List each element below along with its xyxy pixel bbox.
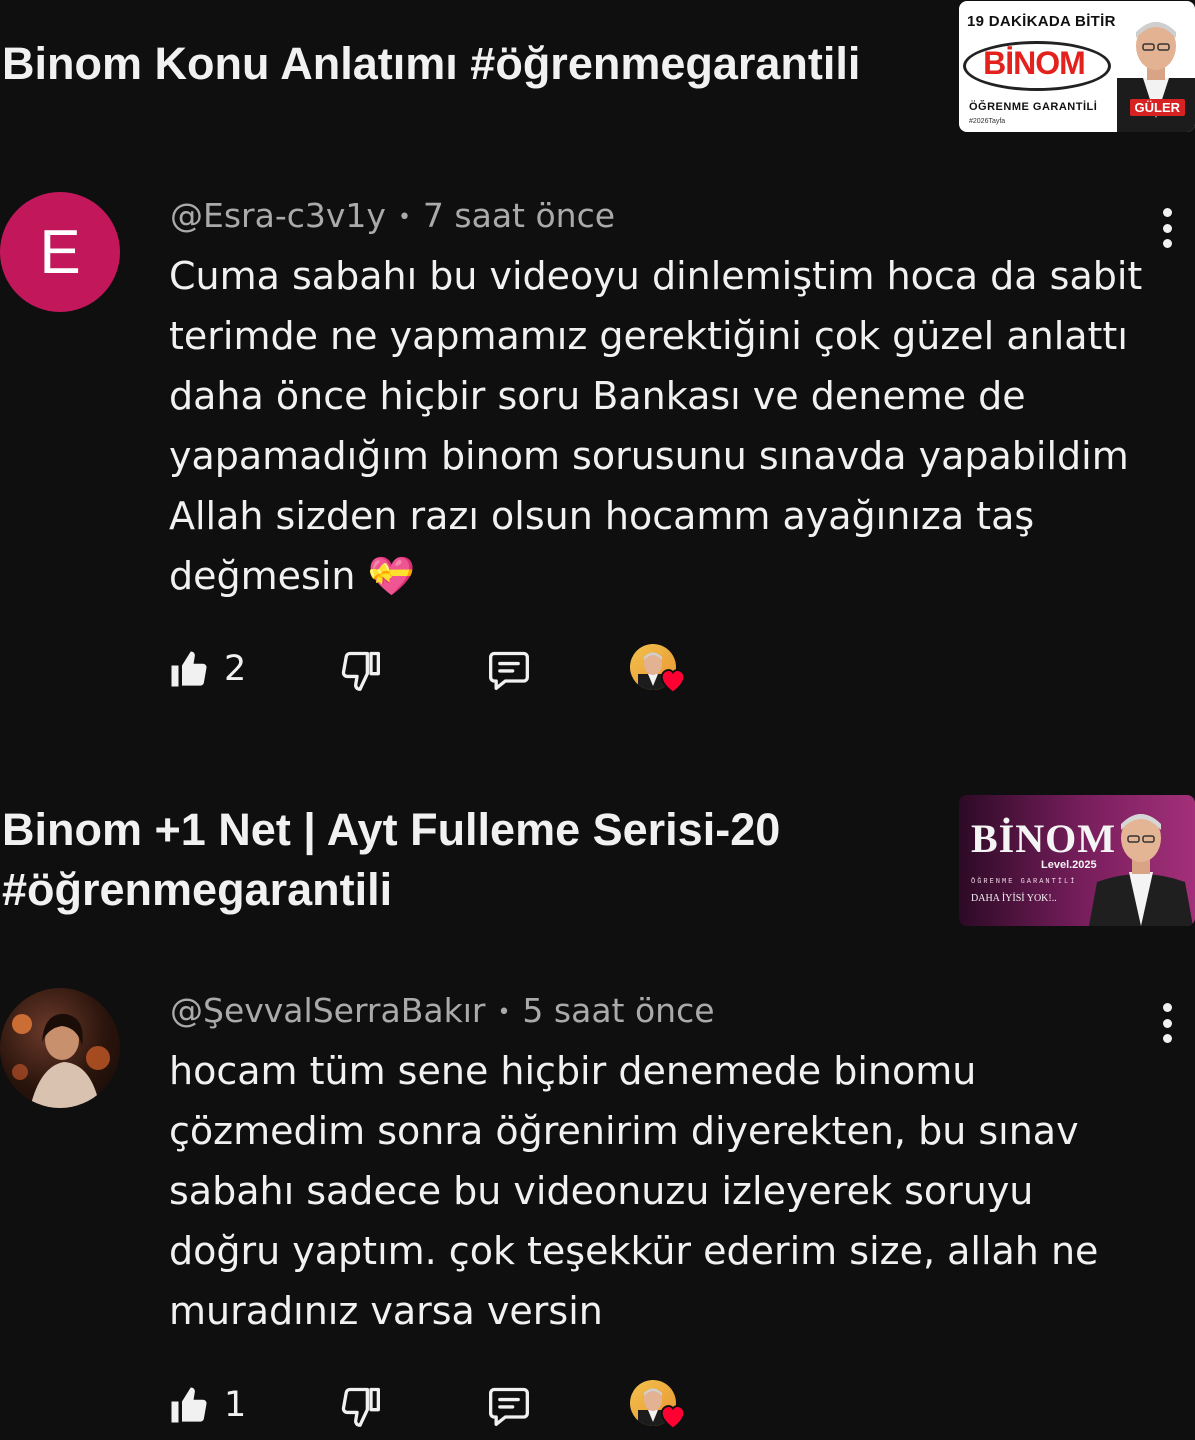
comment-text: Cuma sabahı bu videoyu dinlemiştim hoca … xyxy=(169,254,1143,598)
reply-icon xyxy=(486,648,532,692)
thumbnail-tag: #2026Tayfa xyxy=(969,118,1006,125)
comment-text: hocam tüm sene hiçbir denemede binomu çö… xyxy=(169,1049,1099,1333)
reply-button[interactable] xyxy=(486,1384,532,1428)
meta-separator: • xyxy=(497,999,511,1025)
heart-icon xyxy=(658,666,688,694)
comment-meta: @Esra-c3v1y • 7 saat önce xyxy=(170,194,615,240)
like-button[interactable]: 2 xyxy=(168,648,246,690)
comment-actions: 1 xyxy=(168,1380,728,1440)
thumbnail-tag: DAHA İYİSİ YOK!.. xyxy=(971,893,1057,904)
meta-separator: • xyxy=(397,204,411,230)
dislike-button[interactable] xyxy=(338,648,382,692)
like-button[interactable]: 1 xyxy=(168,1384,246,1426)
video-title[interactable]: Binom +1 Net | Ayt Fulleme Serisi-20 #öğ… xyxy=(2,800,902,920)
like-count: 1 xyxy=(224,1385,247,1425)
comment-author[interactable]: @Esra-c3v1y xyxy=(170,196,386,235)
thumbnail-main-text: BİNOM xyxy=(983,45,1086,81)
comment-meta: @ŞevvalSerraBakır • 5 saat önce xyxy=(170,989,715,1035)
comment-author[interactable]: @ŞevvalSerraBakır xyxy=(170,991,485,1030)
reply-icon xyxy=(486,1384,532,1428)
video-title[interactable]: Binom Konu Anlatımı #öğrenmegarantili xyxy=(2,34,860,94)
comment-actions: 2 xyxy=(168,644,728,704)
thumbs-down-icon xyxy=(338,1384,382,1428)
comment-time[interactable]: 5 saat önce xyxy=(522,991,714,1030)
thumbnail-sub-text: ÖĞRENME GARANTİLİ xyxy=(969,101,1098,113)
thumbnail-top-text: 19 DAKİKADA BİTİR xyxy=(967,13,1116,30)
thumbs-up-icon xyxy=(168,648,210,690)
avatar-photo xyxy=(12,1013,110,1108)
avatar-letter: E xyxy=(39,217,81,287)
like-count: 2 xyxy=(224,649,247,689)
thumbnail-name-badge: GÜLER xyxy=(1129,99,1185,116)
thumbs-up-icon xyxy=(168,1384,210,1426)
reply-button[interactable] xyxy=(486,648,532,692)
creator-heart-icon[interactable] xyxy=(628,1380,692,1440)
avatar[interactable]: E xyxy=(0,192,120,312)
creator-heart-icon[interactable] xyxy=(628,644,692,704)
avatar[interactable] xyxy=(0,988,120,1108)
more-vertical-icon[interactable] xyxy=(1156,208,1178,248)
comment-time[interactable]: 7 saat önce xyxy=(423,196,615,235)
thumbs-down-icon xyxy=(338,648,382,692)
thumbnail-sub-text: ÖĞRENME GARANTİLİ xyxy=(971,878,1077,886)
video-thumbnail[interactable]: BİNOM Level.2025 ÖĞRENME GARANTİLİ DAHA … xyxy=(959,795,1195,926)
dislike-button[interactable] xyxy=(338,1384,382,1428)
more-vertical-icon[interactable] xyxy=(1156,1003,1178,1043)
video-thumbnail[interactable]: 19 DAKİKADA BİTİR BİNOM ÖĞRENME GARANTİL… xyxy=(959,1,1195,132)
heart-icon xyxy=(658,1402,688,1430)
thumbnail-person xyxy=(1089,804,1193,926)
